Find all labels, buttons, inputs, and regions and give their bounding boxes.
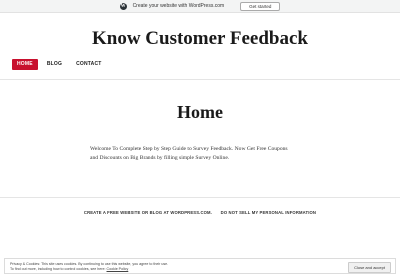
wordpress-promo-bar: W Create your website with WordPress.com… xyxy=(0,0,400,13)
content-line: and Discounts on Big Brands by filling s… xyxy=(90,155,230,161)
cookie-text-line: To find out more, including how to contr… xyxy=(10,267,168,272)
header-divider xyxy=(0,79,400,80)
footer-divider xyxy=(0,197,400,198)
page-title: Home xyxy=(177,102,223,122)
content-line: Welcome To Complete Step by Step Guide t… xyxy=(90,146,288,152)
page-content: Welcome To Complete Step by Step Guide t… xyxy=(90,145,315,163)
close-and-accept-button[interactable]: Close and accept xyxy=(348,262,391,273)
site-footer: CREATE A FREE WEBSITE OR BLOG AT WORDPRE… xyxy=(0,210,400,215)
cookie-banner: Privacy & Cookies: This site uses cookie… xyxy=(4,258,396,274)
cookie-text-prefix: To find out more, including how to contr… xyxy=(10,267,106,271)
main-navigation: HOME BLOG CONTACT xyxy=(12,59,107,70)
get-started-button[interactable]: Get started xyxy=(240,1,281,11)
site-title[interactable]: Know Customer Feedback xyxy=(0,28,400,50)
nav-item-blog[interactable]: BLOG xyxy=(42,59,67,70)
cookie-message: Privacy & Cookies: This site uses cookie… xyxy=(10,262,168,272)
promo-message[interactable]: Create your website with WordPress.com xyxy=(133,3,225,9)
nav-item-contact[interactable]: CONTACT xyxy=(71,59,106,70)
nav-item-home[interactable]: HOME xyxy=(12,59,38,70)
do-not-sell-link[interactable]: DO NOT SELL MY PERSONAL INFORMATION xyxy=(221,210,316,215)
wordpress-logo-icon: W xyxy=(119,2,127,10)
cookie-policy-link[interactable]: Cookie Policy xyxy=(107,267,129,271)
create-free-website-link[interactable]: CREATE A FREE WEBSITE OR BLOG AT WORDPRE… xyxy=(84,210,212,215)
